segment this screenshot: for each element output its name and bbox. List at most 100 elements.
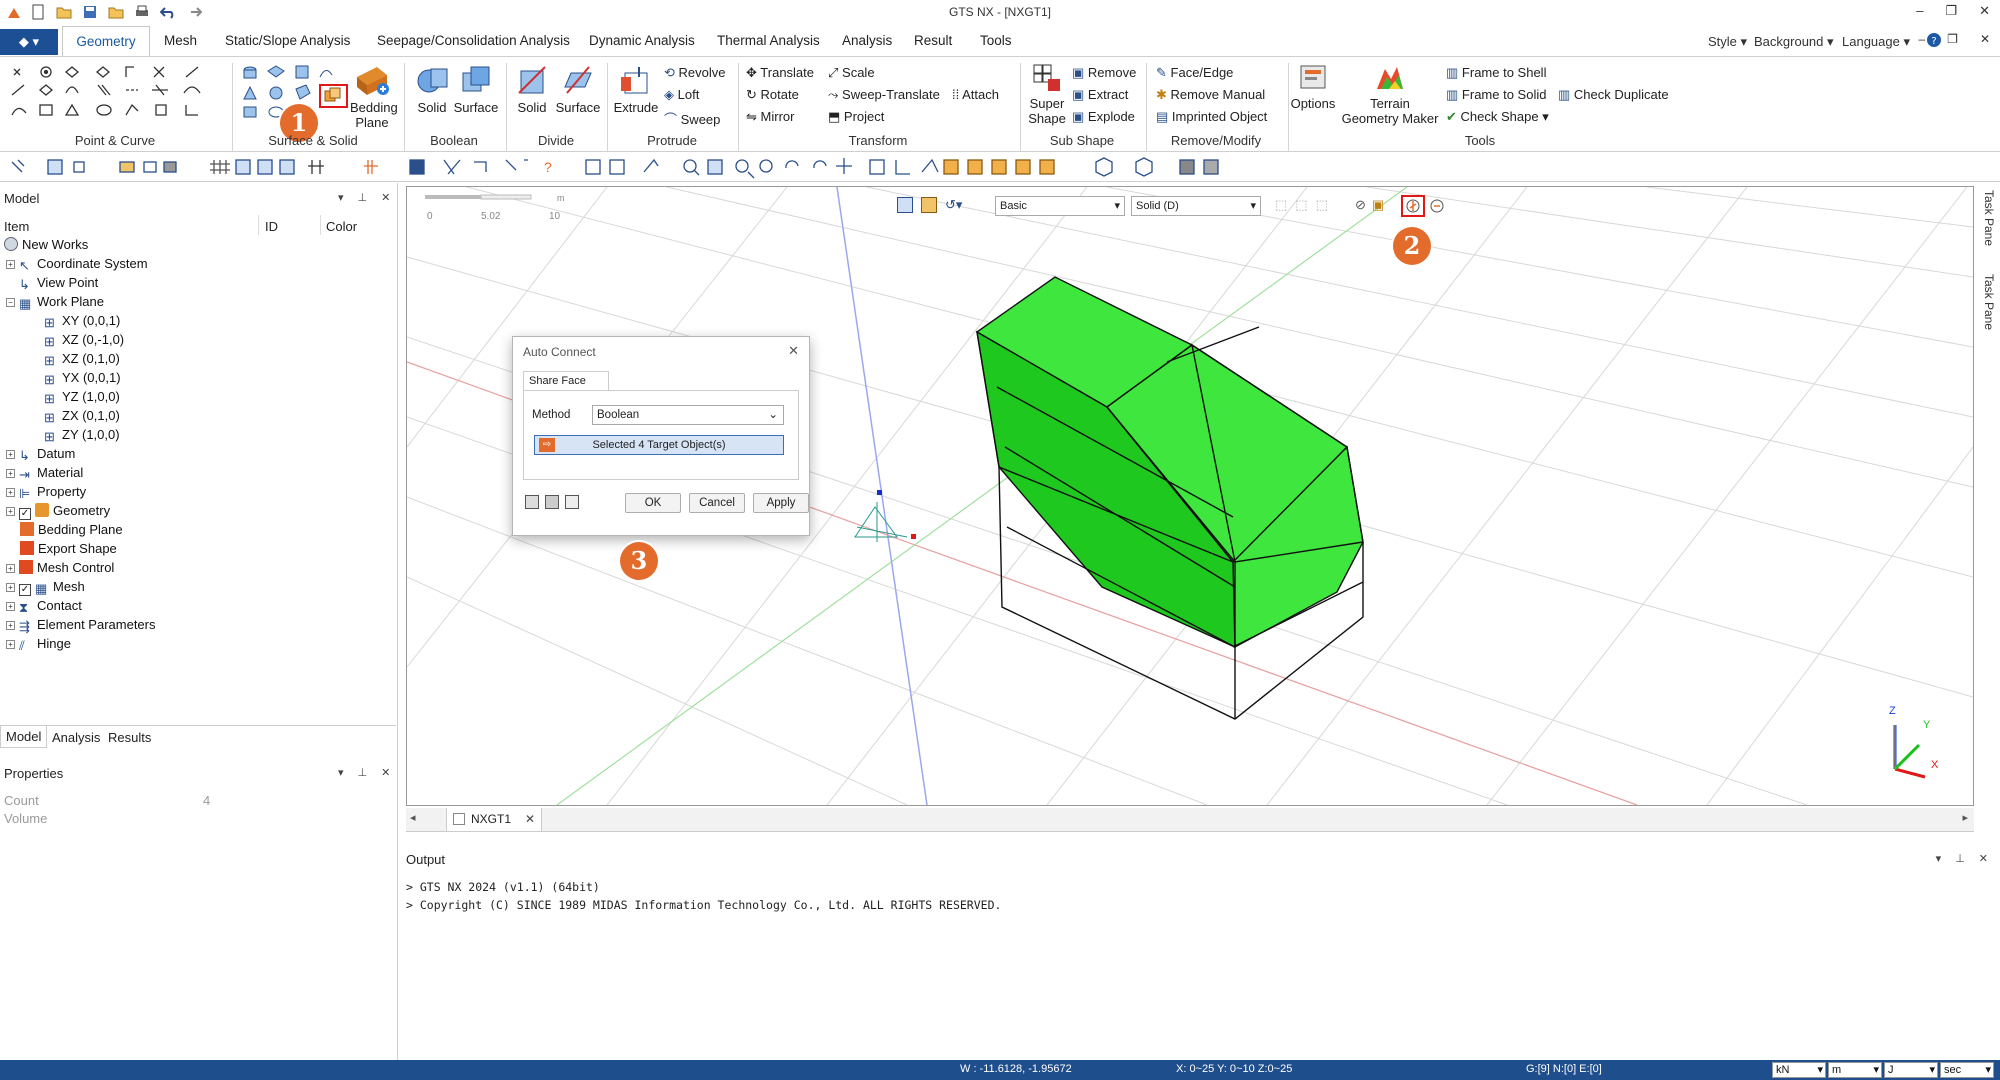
language-menu[interactable]: Language ▾ <box>1842 34 1910 50</box>
scale-button[interactable]: ⤢ Scale <box>828 65 875 81</box>
dialog-eraser-icon[interactable] <box>545 495 559 509</box>
ribbon-close-icon[interactable]: ✕ <box>1980 32 1990 46</box>
select-filter-icon[interactable] <box>921 197 937 213</box>
output-pin-icon[interactable]: ⊥ <box>1955 852 1965 865</box>
doc-tab-close-icon[interactable]: ✕ <box>525 808 535 830</box>
explode-button[interactable]: ▣ Explode <box>1072 109 1135 125</box>
frame-to-shell-button[interactable]: ▥ Frame to Shell <box>1446 65 1546 81</box>
display-mode-select[interactable]: Solid (D) ▾ <box>1131 196 1261 216</box>
tree-item-bedding-plane[interactable]: Bedding Plane <box>20 522 123 540</box>
auto-connect-icon[interactable] <box>324 87 342 105</box>
face-edge-button[interactable]: ✎ Face/Edge <box>1156 65 1233 81</box>
tree-item-contact[interactable]: + ⧗ Contact <box>6 598 82 616</box>
ok-button[interactable]: OK <box>625 493 681 513</box>
extrude-button[interactable]: Extrude <box>612 63 660 115</box>
tab-scroll-left-icon[interactable]: ◂ <box>410 811 416 824</box>
apply-button[interactable]: Apply <box>753 493 809 513</box>
tree-item-plane-xz-neg[interactable]: ⊞ XZ (0,-1,0) <box>44 332 124 350</box>
tree-item-coordinate-system[interactable]: + ↖ Coordinate System <box>6 256 148 274</box>
pane-dropdown-icon[interactable]: ▾ <box>338 191 344 204</box>
tab-scroll-right-icon[interactable]: ▸ <box>1962 811 1968 824</box>
select-mode-icon[interactable] <box>897 197 913 213</box>
imprinted-object-button[interactable]: ▤ Imprinted Object <box>1156 109 1267 125</box>
tree-item-material[interactable]: + ⇥ Material <box>6 465 83 483</box>
ribbon-minimize-icon[interactable]: – <box>1918 32 1925 46</box>
tab-analysis[interactable]: Analysis <box>842 26 892 56</box>
tree-item-plane-yz[interactable]: ⊞ YZ (1,0,0) <box>44 389 120 407</box>
unit-energy-select[interactable]: J ▾ <box>1884 1062 1938 1078</box>
dialog-tab-share-face[interactable]: Share Face <box>523 371 609 391</box>
display-icon[interactable]: ▣ <box>1372 197 1384 213</box>
hide-icon[interactable]: ⊘ <box>1355 197 1366 213</box>
output-close-icon[interactable]: ✕ <box>1979 852 1988 865</box>
close-icon[interactable]: ✕ <box>1979 3 1990 19</box>
app-menu-button[interactable]: ◆ ▾ <box>0 29 58 55</box>
method-select[interactable]: Boolean ⌄ <box>592 405 784 425</box>
tab-dynamic-analysis[interactable]: Dynamic Analysis <box>589 26 695 56</box>
check-duplicate-button[interactable]: ▥ Check Duplicate <box>1558 87 1669 103</box>
tab-seepage-consolidation-analysis[interactable]: Seepage/Consolidation Analysis <box>377 26 570 56</box>
boolean-solid-button[interactable]: Solid <box>410 63 454 115</box>
tree-item-mesh[interactable]: + ✓ ▦ Mesh <box>6 579 85 597</box>
view-rotate-icon[interactable]: ↺▾ <box>945 197 962 213</box>
geometry-checkbox[interactable]: ✓ <box>19 508 31 520</box>
tab-result[interactable]: Result <box>914 26 952 56</box>
frame-to-solid-button[interactable]: ▥ Frame to Solid <box>1446 87 1546 103</box>
sweep-button[interactable]: ⌒ Sweep <box>664 109 720 128</box>
extract-button[interactable]: ▣ Extract <box>1072 87 1128 103</box>
sweep-translate-button[interactable]: ⤳ Sweep-Translate <box>828 87 940 103</box>
tab-model[interactable]: Model <box>0 726 48 748</box>
attach-button[interactable]: ⁞⁞ Attach <box>952 87 999 102</box>
tree-item-work-plane[interactable]: − ▦ Work Plane <box>6 294 104 312</box>
background-menu[interactable]: Background ▾ <box>1754 34 1834 50</box>
view-btn-b-icon[interactable]: ⬚ <box>1295 197 1307 213</box>
tree-item-element-parameters[interactable]: + ⇶ Element Parameters <box>6 617 156 635</box>
tree-item-plane-zx[interactable]: ⊞ ZX (0,1,0) <box>44 408 120 426</box>
ribbon-restore-icon[interactable]: ❐ <box>1947 32 1958 46</box>
unit-force-select[interactable]: kN ▾ <box>1772 1062 1826 1078</box>
tree-item-mesh-control[interactable]: + Mesh Control <box>6 560 114 578</box>
tree-item-plane-zy[interactable]: ⊞ ZY (1,0,0) <box>44 427 120 445</box>
remove-button[interactable]: ▣ Remove <box>1072 65 1136 81</box>
task-pane-tab-2[interactable]: Task Pane <box>1976 274 1996 434</box>
super-shape-button[interactable]: Super Shape <box>1024 63 1070 126</box>
view-toolbar-icons[interactable]: ? <box>8 152 1228 182</box>
properties-close-icon[interactable]: ✕ <box>381 766 390 779</box>
tab-static-slope-analysis[interactable]: Static/Slope Analysis <box>225 26 350 56</box>
tab-geometry[interactable]: Geometry <box>62 26 150 56</box>
tree-item-new-works[interactable]: New Works <box>4 237 88 255</box>
doc-tab-nxgt1[interactable]: NXGT1 ✕ <box>446 808 542 832</box>
tab-analysis-pane[interactable]: Analysis <box>52 730 100 745</box>
tree-item-geometry[interactable]: + ✓ Geometry <box>6 503 110 521</box>
divide-solid-button[interactable]: Solid <box>510 63 554 115</box>
cancel-button[interactable]: Cancel <box>689 493 745 513</box>
properties-pin-icon[interactable]: ⊥ <box>358 766 368 779</box>
tree-item-export-shape[interactable]: Export Shape <box>20 541 117 559</box>
dialog-table-icon[interactable] <box>525 495 539 509</box>
boolean-surface-button[interactable]: Surface <box>452 63 500 115</box>
tab-mesh[interactable]: Mesh <box>164 26 197 56</box>
tree-item-plane-xy[interactable]: ⊞ XY (0,0,1) <box>44 313 120 331</box>
rotate-button[interactable]: ↻ Rotate <box>746 87 799 103</box>
style-menu[interactable]: Style ▾ <box>1708 34 1747 50</box>
dialog-copy-icon[interactable] <box>565 495 579 509</box>
loft-button[interactable]: ◈ Loft <box>664 87 699 103</box>
output-dropdown-icon[interactable]: ▾ <box>1936 852 1942 865</box>
tab-results-pane[interactable]: Results <box>108 730 151 745</box>
tab-thermal-analysis[interactable]: Thermal Analysis <box>717 26 820 56</box>
tree-item-plane-xz[interactable]: ⊞ XZ (0,1,0) <box>44 351 120 369</box>
properties-dropdown-icon[interactable]: ▾ <box>338 766 344 779</box>
check-shape-button[interactable]: ✔ Check Shape ▾ <box>1446 109 1549 125</box>
view-btn-a-icon[interactable]: ⬚ <box>1275 197 1287 213</box>
pane-pin-icon[interactable]: ⊥ <box>358 191 368 204</box>
pane-close-icon[interactable]: ✕ <box>381 191 390 204</box>
minimize-icon[interactable]: – <box>1916 3 1923 19</box>
bedding-plane-button[interactable]: Bedding Plane <box>350 63 398 130</box>
tab-tools[interactable]: Tools <box>980 26 1012 56</box>
tree-item-hinge[interactable]: + ⫽ Hinge <box>6 636 71 654</box>
options-button[interactable]: Options <box>1290 63 1336 111</box>
unit-length-select[interactable]: m ▾ <box>1828 1062 1882 1078</box>
terrain-geometry-maker-button[interactable]: Terrain Geometry Maker <box>1340 63 1440 126</box>
project-button[interactable]: ⬒ Project <box>828 109 884 125</box>
mesh-checkbox[interactable]: ✓ <box>19 584 31 596</box>
